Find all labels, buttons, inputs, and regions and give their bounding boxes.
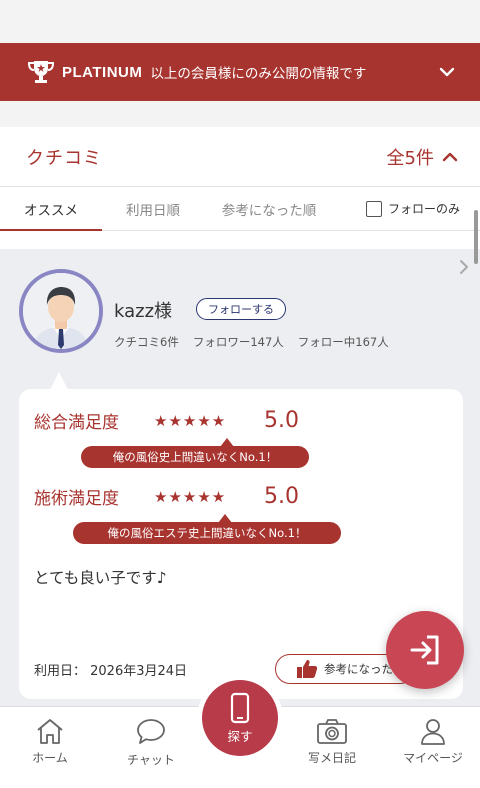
follower-count: フォロワー147人 — [192, 335, 284, 349]
nav-mypage-label: マイページ — [403, 751, 463, 765]
follow-only-filter[interactable]: フォローのみ — [365, 200, 460, 217]
sort-tabs: オススメ 利用日順 参考になった順 フォローのみ — [0, 187, 480, 232]
page: PLATINUM 以上の会員様にのみ公開の情報です クチコミ 全5件 オススメ … — [0, 0, 480, 788]
spacer — [0, 231, 480, 249]
treatment-score: 5.0 — [264, 484, 299, 509]
user-avatar-icon — [23, 273, 99, 349]
nav-chat[interactable]: チャット — [106, 717, 196, 768]
nav-photo-diary[interactable]: 写メ日記 — [287, 717, 377, 766]
chevron-right-icon[interactable] — [458, 259, 470, 275]
nav-search-label: 探す — [227, 728, 253, 744]
platinum-banner[interactable]: PLATINUM 以上の会員様にのみ公開の情報です — [0, 43, 480, 101]
reviewer-name[interactable]: kazz様 — [114, 297, 172, 323]
camera-icon — [317, 719, 347, 744]
follow-button[interactable]: フォローする — [196, 298, 286, 320]
reviews-header[interactable]: クチコミ 全5件 — [0, 127, 480, 187]
follow-only-checkbox[interactable] — [365, 200, 382, 217]
usage-date: 利用日： 2026年3月24日 — [34, 664, 188, 679]
chevron-down-icon[interactable] — [438, 63, 456, 81]
treatment-rating-label: 施術満足度 — [34, 489, 119, 509]
following-count: フォロー中167人 — [297, 335, 389, 349]
review-body: とても良い子です♪ — [34, 569, 167, 587]
sign-in-icon — [410, 635, 439, 665]
avatar[interactable] — [19, 269, 103, 353]
reviews-count[interactable]: 全5件 — [387, 144, 458, 170]
tab-recommended[interactable]: オススメ — [0, 187, 102, 232]
home-icon — [37, 719, 63, 744]
follow-only-label: フォローのみ — [387, 202, 460, 216]
nav-search[interactable]: 探す — [197, 675, 283, 761]
nav-home-label: ホーム — [32, 751, 68, 765]
chevron-up-icon[interactable] — [442, 149, 458, 165]
treatment-rating: 施術満足度 ★★★★★ 5.0 — [34, 484, 299, 509]
nav-chat-label: チャット — [127, 753, 175, 767]
nav-home[interactable]: ホーム — [5, 717, 95, 766]
overall-comment-bubble: 俺の風俗史上間違いなくNo.1！ — [81, 438, 309, 468]
reviews-count-label: 全5件 — [386, 147, 434, 169]
overall-rating-label: 総合満足度 — [34, 413, 119, 433]
nav-mypage[interactable]: マイページ — [388, 717, 478, 766]
reviews-title: クチコミ — [26, 147, 102, 169]
platinum-label: PLATINUM — [62, 63, 143, 81]
reviewer-stats: クチコミ6件 フォロワー147人 フォロー中167人 — [114, 334, 389, 350]
overall-score: 5.0 — [264, 408, 299, 433]
chat-icon — [137, 719, 165, 744]
treatment-comment-bubble: 俺の風俗エステ史上間違いなくNo.1！ — [73, 514, 341, 544]
user-icon — [421, 719, 445, 745]
overall-rating: 総合満足度 ★★★★★ 5.0 — [34, 408, 299, 433]
treatment-stars: ★★★★★ — [154, 487, 227, 506]
nav-photo-diary-label: 写メ日記 — [307, 751, 356, 765]
tab-usage-date[interactable]: 利用日順 — [102, 187, 204, 231]
smartphone-icon — [230, 692, 250, 723]
platinum-text: 以上の会員様にのみ公開の情報です — [150, 66, 367, 82]
tab-most-helpful[interactable]: 参考になった順 — [204, 187, 334, 231]
card-tail — [50, 372, 68, 390]
helpful-label: 参考になった — [324, 662, 393, 676]
overall-stars: ★★★★★ — [154, 411, 227, 430]
scrollbar[interactable] — [474, 210, 478, 264]
thumbs-up-icon — [297, 660, 318, 678]
nav-search-button[interactable]: 探す — [202, 680, 278, 756]
trophy-icon — [27, 61, 55, 83]
review-count: クチコミ6件 — [114, 335, 179, 349]
login-fab[interactable] — [386, 611, 464, 689]
